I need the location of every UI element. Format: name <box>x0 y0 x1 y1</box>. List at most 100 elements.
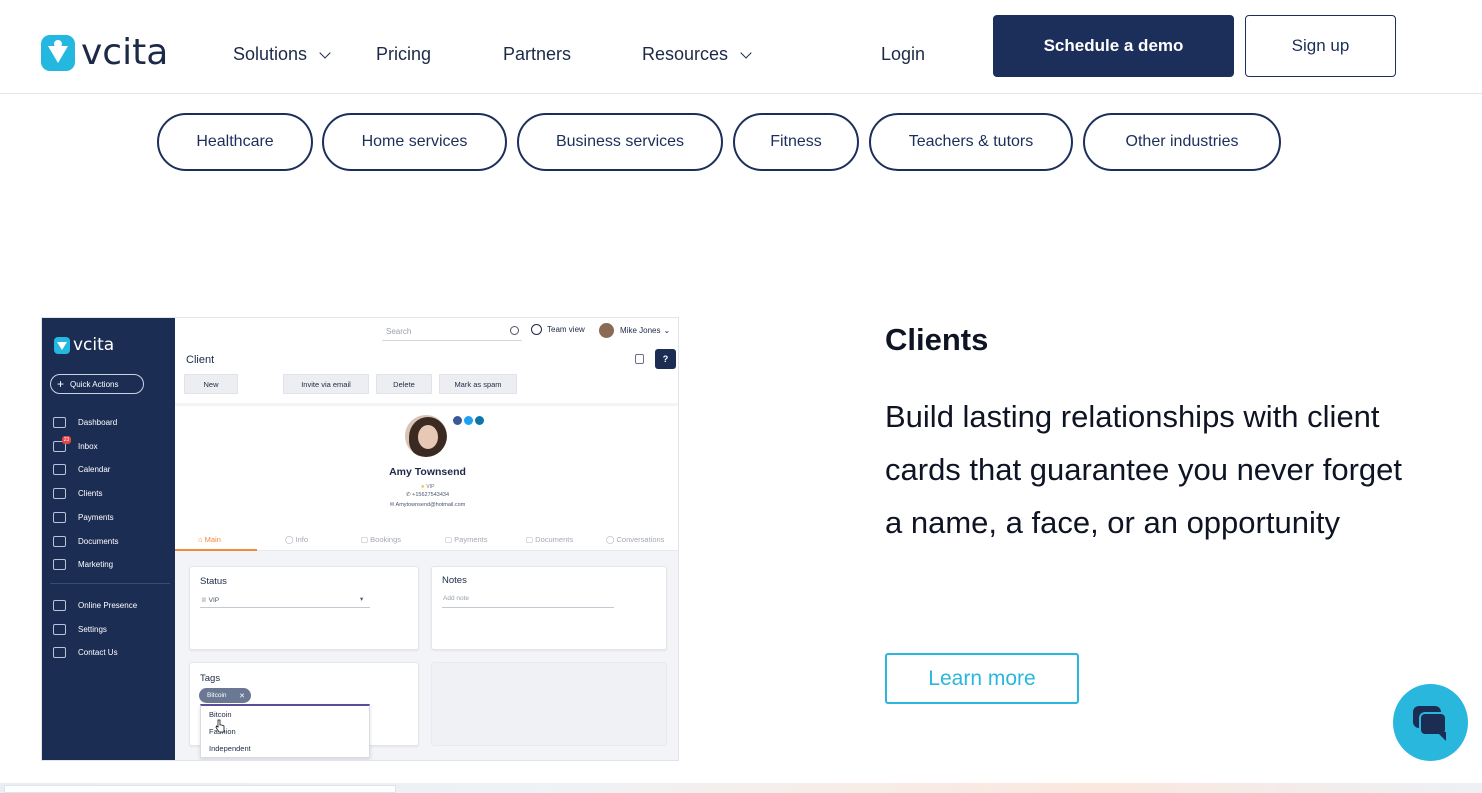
chevron-down-icon: ⌄ <box>663 326 671 335</box>
new-client-button: New <box>184 374 238 394</box>
industry-pill-healthcare[interactable]: Healthcare <box>157 113 313 171</box>
nav-pricing-label: Pricing <box>376 44 432 64</box>
status-value: ♕ VIP <box>201 596 219 604</box>
payments-icon <box>53 511 66 523</box>
nav-pricing[interactable]: Pricing <box>376 44 431 65</box>
notes-card: Notes Add note <box>431 566 667 650</box>
sidebar-item-label: Online Presence <box>78 600 138 610</box>
login-link[interactable]: Login <box>881 44 925 65</box>
tab-info-label: Info <box>295 535 308 544</box>
tag-chip: Bitcoin ✕ <box>199 688 251 703</box>
industry-pill-teachers-tutors[interactable]: Teachers & tutors <box>869 113 1073 171</box>
vcita-logo[interactable]: vcita <box>41 35 168 71</box>
sidebar-item-settings: Settings <box>53 622 107 636</box>
status-label: Status <box>200 576 227 587</box>
industry-pill-business-services[interactable]: Business services <box>517 113 723 171</box>
client-tabs: ⌂ Main ◯ Info ▢ Bookings ▢ Payments ▢ Do… <box>175 530 678 551</box>
notes-label: Notes <box>442 575 467 586</box>
sidebar-item-label: Documents <box>78 536 119 546</box>
mark-as-spam-button: Mark as spam <box>439 374 517 394</box>
nav-partners[interactable]: Partners <box>503 44 571 65</box>
tab-info: ◯ Info <box>285 535 308 544</box>
notes-placeholder: Add note <box>443 595 470 602</box>
sidebar-item-clients: Clients <box>53 486 102 500</box>
sidebar-divider <box>50 583 170 584</box>
notes-underline <box>442 607 614 608</box>
nav-partners-label: Partners <box>503 44 572 64</box>
payments-icon: ▢ <box>445 535 455 544</box>
feature-title: Clients <box>885 322 989 357</box>
app-header: Search Team view Mike Jones ⌄ Client ? N… <box>175 318 678 403</box>
documents-icon <box>53 535 66 547</box>
sidebar-item-contact-us: Contact Us <box>53 645 118 659</box>
active-tab-indicator <box>175 549 257 551</box>
client-status-badge: ★ VIP <box>175 484 678 490</box>
chevron-down-icon <box>740 46 752 59</box>
status-value-text: VIP <box>208 597 220 604</box>
tag-chip-label: Bitcoin <box>207 692 227 699</box>
inbox-icon: 23 <box>53 435 71 452</box>
sidebar-item-calendar: Calendar <box>53 462 110 476</box>
sidebar-item-label: Contact Us <box>78 647 118 657</box>
chat-widget-button[interactable] <box>1393 684 1468 761</box>
tab-documents-label: Documents <box>535 535 574 544</box>
tab-bookings: ▢ Bookings <box>361 535 401 544</box>
learn-more-button[interactable]: Learn more <box>885 653 1079 704</box>
nav-resources[interactable]: Resources <box>642 44 752 65</box>
tab-main-label: Main <box>204 535 221 544</box>
marketing-icon <box>53 558 66 570</box>
globe-icon <box>53 599 66 611</box>
crown-icon: ♕ <box>201 597 209 604</box>
tab-conversations-label: Conversations <box>616 535 665 544</box>
team-view-toggle: Team view <box>531 324 585 335</box>
page-title: Client <box>186 354 215 366</box>
feature-description: Build lasting relationships with client … <box>885 399 1402 540</box>
sidebar-item-label: Calendar <box>78 464 111 474</box>
sidebar-item-documents: Documents <box>53 534 118 548</box>
status-card: Status ♕ VIP ▾ <box>189 566 419 650</box>
tab-main: ⌂ Main <box>198 535 221 544</box>
close-icon: ✕ <box>239 692 245 700</box>
next-section-card <box>4 785 396 793</box>
sidebar-item-online-presence: Online Presence <box>53 598 137 612</box>
info-icon: ◯ <box>285 535 296 544</box>
user-name: Mike Jones <box>620 326 661 335</box>
avatar <box>599 323 614 338</box>
client-phone: ✆ +15627543434 <box>175 492 678 498</box>
next-section-preview <box>0 783 1482 793</box>
facebook-icon <box>453 416 462 425</box>
nav-solutions-label: Solutions <box>233 44 308 64</box>
tags-dropdown: Bitcoin Fashion Independent <box>200 704 370 758</box>
quick-actions-label: Quick Actions <box>70 379 119 389</box>
team-view-icon <box>531 324 542 335</box>
sign-up-button[interactable]: Sign up <box>1245 15 1396 77</box>
sidebar-item-marketing: Marketing <box>53 557 113 571</box>
industry-pill-other-industries[interactable]: Other industries <box>1083 113 1281 171</box>
inbox-count-badge: 23 <box>62 435 71 444</box>
dropdown-option: Independent <box>209 744 251 753</box>
schedule-demo-button[interactable]: Schedule a demo <box>993 15 1234 77</box>
user-menu: Mike Jones ⌄ <box>599 323 670 338</box>
client-name: Amy Townsend <box>389 466 466 478</box>
sidebar-item-label: Marketing <box>78 559 114 569</box>
app-logo-text: vcita <box>73 335 115 355</box>
clients-icon <box>53 487 66 499</box>
calendar-icon <box>53 463 66 475</box>
share-icon <box>635 354 644 364</box>
sidebar-item-payments: Payments <box>53 510 114 524</box>
sidebar-item-dashboard: Dashboard <box>53 415 117 429</box>
team-view-label: Team view <box>547 325 585 334</box>
client-status-text: VIP <box>426 484 435 490</box>
help-icon: ? <box>655 349 676 369</box>
sidebar-item-label: Clients <box>78 488 103 498</box>
industry-pill-fitness[interactable]: Fitness <box>733 113 859 171</box>
tab-payments-label: Payments <box>454 535 488 544</box>
tab-payments: ▢ Payments <box>445 535 488 544</box>
nav-solutions[interactable]: Solutions <box>233 44 331 65</box>
logo-text: vcita <box>81 32 169 73</box>
tags-label: Tags <box>200 673 221 684</box>
search-placeholder: Search <box>386 327 412 336</box>
industry-pill-home-services[interactable]: Home services <box>322 113 507 171</box>
chevron-down-icon <box>319 46 331 59</box>
tab-bookings-label: Bookings <box>370 535 402 544</box>
